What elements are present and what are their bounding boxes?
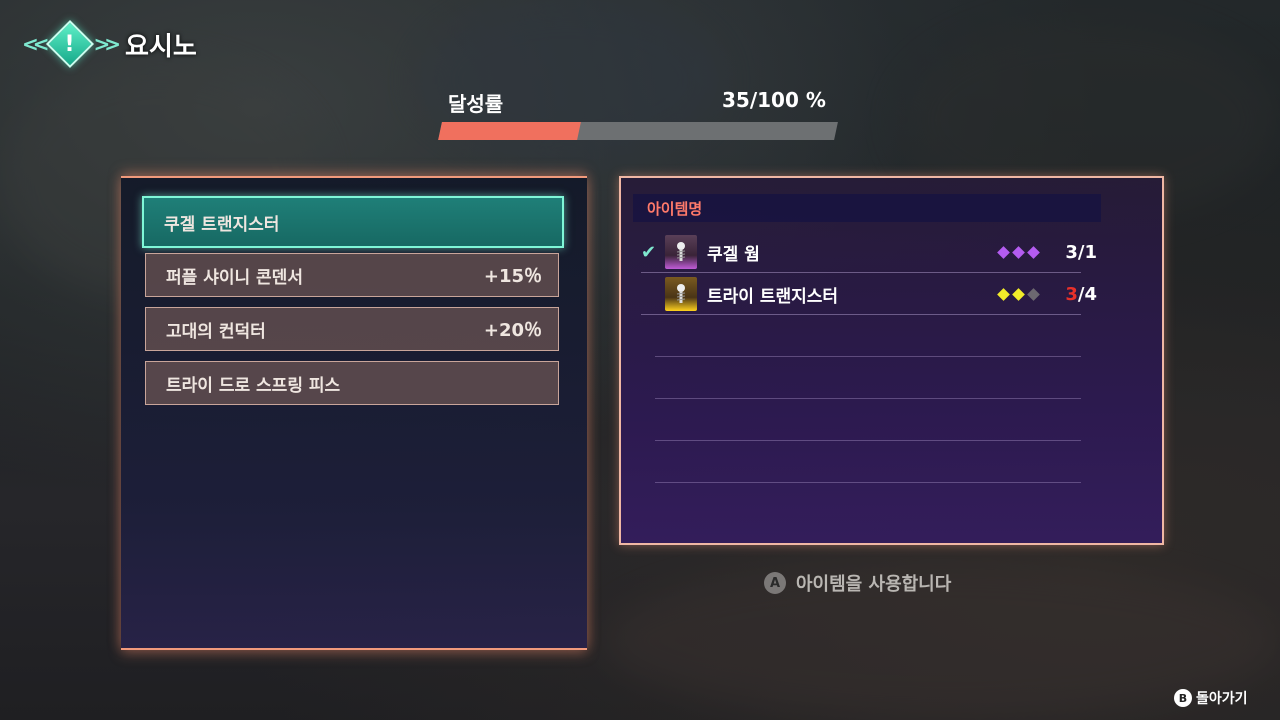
back-label: 돌아가기: [1196, 691, 1248, 707]
rarity-gem-icon: [1012, 245, 1025, 259]
back-button[interactable]: B 돌아가기: [1174, 688, 1248, 708]
recipe-name: 고대의 컨덕터: [166, 321, 266, 342]
chevron-right-icon: >>: [93, 32, 121, 56]
required-count: 1: [1084, 241, 1097, 263]
check-icon: ✔: [641, 241, 657, 263]
progress-label: 달성률: [448, 92, 504, 116]
owned-count: 3: [1065, 241, 1078, 263]
material-name: 쿠겔 웜: [707, 244, 760, 265]
material-quantity: 3/4: [1037, 284, 1097, 305]
header: << ! >> 요시노: [22, 22, 197, 66]
recipe-item-1[interactable]: 퍼플 샤이니 콘덴서 +15％: [145, 253, 559, 297]
recipe-item-0[interactable]: 쿠겔 트랜지스터: [142, 196, 564, 248]
recipe-bonus: +15％: [483, 266, 542, 287]
progress-bar: [438, 122, 838, 140]
material-row-1[interactable]: 트라이 트랜지스터 3/4: [641, 274, 1097, 315]
progress-bar-fill: [438, 122, 581, 140]
recipe-name: 트라이 드로 스프링 피스: [166, 375, 341, 396]
screw-icon: [665, 277, 697, 311]
rarity-gem-icon: [1012, 287, 1025, 301]
empty-row-line: [655, 356, 1081, 357]
materials-panel: 아이템명 ✔ 쿠겔 웜 3/1 트라이 트랜지스터 3/4: [619, 176, 1164, 545]
recipe-name: 퍼플 샤이니 콘덴서: [166, 267, 303, 288]
page-title: 요시노: [125, 31, 197, 62]
owned-count: 3: [1065, 283, 1078, 305]
recipe-item-3[interactable]: 트라이 드로 스프링 피스: [145, 361, 559, 405]
recipe-list-panel: 쿠겔 트랜지스터 퍼플 샤이니 콘덴서 +15％ 고대의 컨덕터 +20％ 트라…: [121, 176, 587, 650]
empty-row-line: [655, 398, 1081, 399]
hint-text: 아이템을 사용합니다: [796, 574, 952, 595]
rarity-gem-icon: [997, 245, 1010, 259]
required-count: 4: [1084, 283, 1097, 305]
material-row-0[interactable]: ✔ 쿠겔 웜 3/1: [641, 232, 1097, 273]
materials-header: 아이템명: [633, 194, 1101, 222]
empty-row-line: [655, 482, 1081, 483]
material-name: 트라이 트랜지스터: [707, 286, 839, 307]
use-item-hint[interactable]: A 아이템을 사용합니다: [764, 570, 951, 596]
a-button-icon: A: [764, 572, 786, 594]
progress-value: 35/100 %: [722, 88, 826, 112]
recipe-item-2[interactable]: 고대의 컨덕터 +20％: [145, 307, 559, 351]
rarity-gem-icon: [997, 287, 1010, 301]
screw-icon: [665, 235, 697, 269]
exclamation-diamond-icon: !: [48, 22, 92, 66]
recipe-bonus: +20％: [483, 320, 542, 341]
recipe-name: 쿠겔 트랜지스터: [164, 214, 280, 235]
b-button-icon: B: [1174, 689, 1192, 707]
empty-row-line: [655, 440, 1081, 441]
chevron-left-icon: <<: [22, 32, 49, 56]
material-quantity: 3/1: [1037, 242, 1097, 263]
